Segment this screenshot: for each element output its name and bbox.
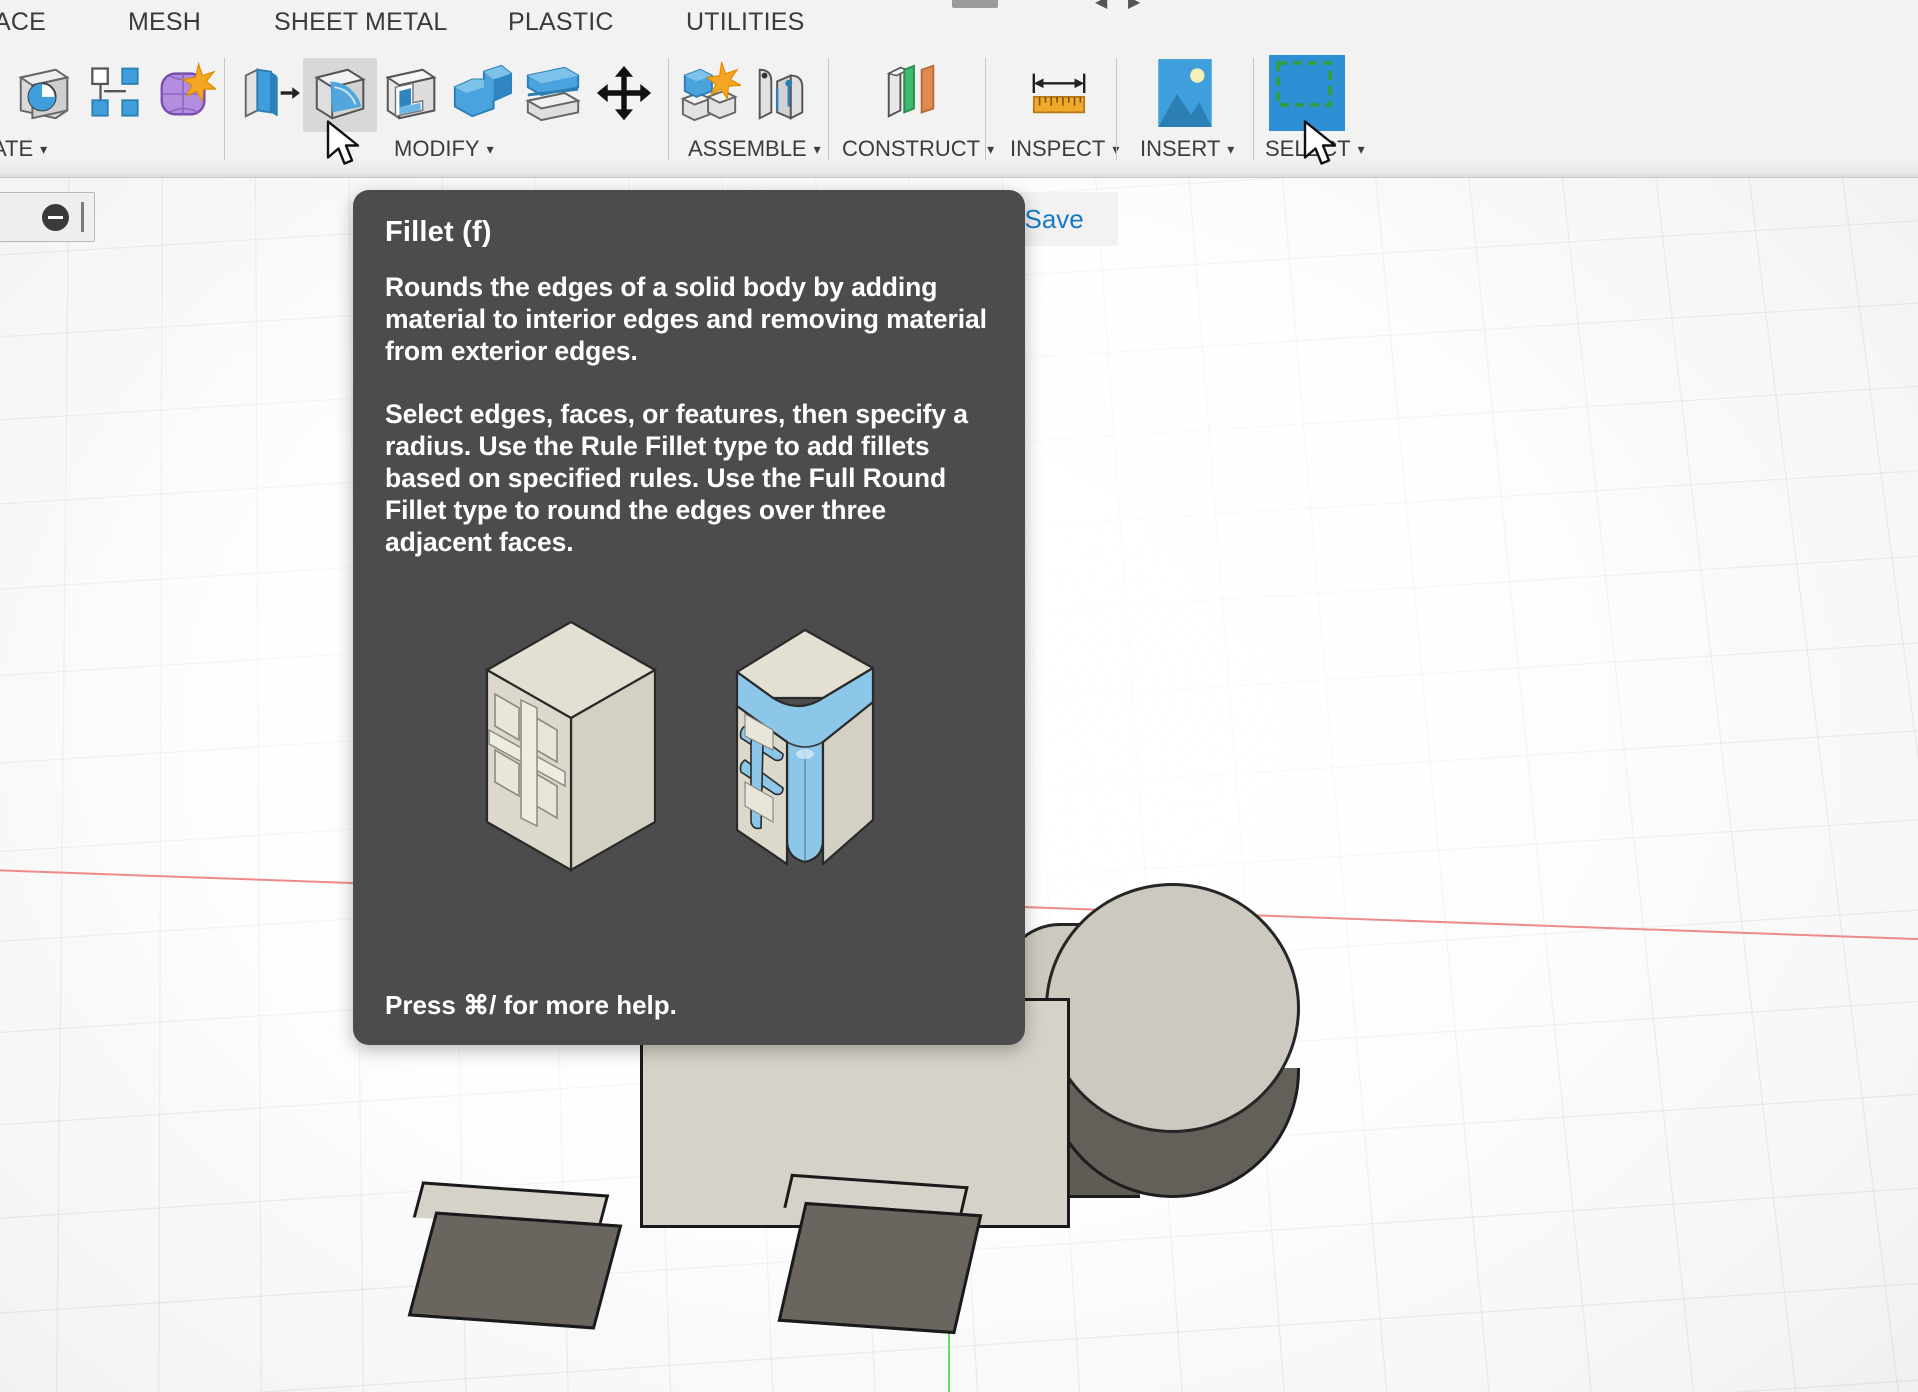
toolbar-button-pattern[interactable]: [78, 58, 152, 132]
tab-surface[interactable]: ACE: [0, 8, 46, 37]
panel-label-insert[interactable]: INSERT ▾: [1140, 136, 1234, 162]
split-body-icon: [522, 62, 584, 129]
fusion360-window: ◀ ▶ ACE MESH SHEET METAL PLASTIC UTILITI…: [0, 0, 1918, 1392]
cube-before-fillet: [484, 620, 658, 872]
joint-icon: [750, 62, 812, 129]
fillet-icon: [309, 62, 371, 129]
arrow-cursor: [1302, 120, 1344, 173]
tab-sheet-metal[interactable]: SHEET METAL: [274, 8, 448, 37]
chevron-down-icon[interactable]: ▾: [987, 142, 994, 156]
panel-divider-3: [828, 58, 829, 160]
toolbar-button-combine[interactable]: [445, 58, 519, 132]
arrow-cursor: [325, 120, 367, 173]
model-leg-left[interactable]: [407, 1211, 623, 1330]
browser-panel-header[interactable]: [0, 192, 95, 242]
toolbar-button-press-pull[interactable]: [232, 58, 306, 132]
chevron-down-icon[interactable]: ▾: [1227, 142, 1234, 156]
ribbon-tab-row: ACE MESH SHEET METAL PLASTIC UTILITIES: [0, 0, 1918, 52]
offset-plane-icon: [881, 62, 943, 129]
tooltip-title: Fillet (f): [385, 216, 492, 248]
ribbon-toolbar: ◀ ▶ ACE MESH SHEET METAL PLASTIC UTILITI…: [0, 0, 1918, 178]
panel-resize-grip[interactable]: [81, 202, 84, 232]
toolbar-button-offset-plane[interactable]: [875, 58, 949, 132]
toolbar-button-extrude[interactable]: [7, 58, 81, 132]
panel-divider-5: [1116, 58, 1117, 160]
extrude-icon: [13, 62, 75, 129]
toolbar-button-move-copy[interactable]: [587, 58, 661, 132]
chevron-down-icon[interactable]: ▾: [487, 142, 494, 156]
combine-icon: [451, 62, 513, 129]
cube-after-fillet: [735, 628, 876, 867]
panel-divider-4: [985, 58, 986, 160]
tooltip-paragraph-1: Rounds the edges of a solid body by addi…: [385, 272, 987, 367]
tooltip-paragraph-2: Select edges, faces, or features, then s…: [385, 398, 968, 558]
insert-image-icon: [1156, 57, 1214, 134]
move-copy-icon: [595, 64, 653, 127]
toolbar-button-shell[interactable]: [374, 58, 448, 132]
toolbar-button-measure[interactable]: [1022, 58, 1096, 132]
toolbar-button-new-component[interactable]: [673, 58, 747, 132]
toolbar-button-split-body[interactable]: [516, 58, 590, 132]
model-leg-right[interactable]: [777, 1201, 983, 1335]
panel-label-create[interactable]: ATE ▾: [0, 136, 47, 162]
toolbar-button-insert-image[interactable]: [1148, 58, 1222, 132]
model-head[interactable]: [1045, 883, 1300, 1133]
ribbon-panel-row: ATE ▾: [0, 52, 1918, 178]
panel-label-assemble[interactable]: ASSEMBLE ▾: [688, 136, 821, 162]
new-component-icon: [679, 61, 744, 129]
chevron-down-icon[interactable]: ▾: [40, 142, 47, 156]
tooltip-illustration: [353, 590, 1025, 970]
toolbar-button-joint[interactable]: [744, 58, 818, 132]
measure-icon: [1028, 62, 1090, 129]
chevron-down-icon[interactable]: ▾: [814, 142, 821, 156]
shell-icon: [380, 62, 442, 129]
panel-label-insert-text: INSERT: [1140, 136, 1221, 161]
panel-divider-2: [668, 58, 669, 160]
panel-label-assemble-text: ASSEMBLE: [688, 136, 807, 161]
toolbar-button-form[interactable]: [148, 58, 222, 132]
collapse-icon[interactable]: [42, 203, 69, 231]
panel-label-inspect[interactable]: INSPECT ▾: [1010, 136, 1119, 162]
press-pull-icon: [238, 62, 300, 129]
fillet-tooltip: Fillet (f) Rounds the edges of a solid b…: [353, 190, 1025, 1045]
panel-divider-6: [1253, 58, 1254, 160]
panel-label-construct-text: CONSTRUCT: [842, 136, 981, 161]
tab-plastic[interactable]: PLASTIC: [508, 8, 614, 37]
panel-label-modify[interactable]: MODIFY ▾: [394, 136, 494, 162]
tab-mesh[interactable]: MESH: [128, 8, 201, 37]
tooltip-footer: Press ⌘/ for more help.: [385, 990, 677, 1020]
tab-utilities[interactable]: UTILITIES: [686, 8, 805, 37]
form-icon: [154, 61, 218, 129]
panel-label-inspect-text: INSPECT: [1010, 136, 1106, 161]
panel-label-create-text: ATE: [0, 136, 34, 161]
panel-label-modify-text: MODIFY: [394, 136, 480, 161]
panel-divider-1: [224, 58, 225, 160]
chevron-down-icon[interactable]: ▾: [1358, 142, 1365, 156]
pattern-icon: [86, 64, 144, 127]
panel-label-construct[interactable]: CONSTRUCT ▾: [842, 136, 994, 162]
